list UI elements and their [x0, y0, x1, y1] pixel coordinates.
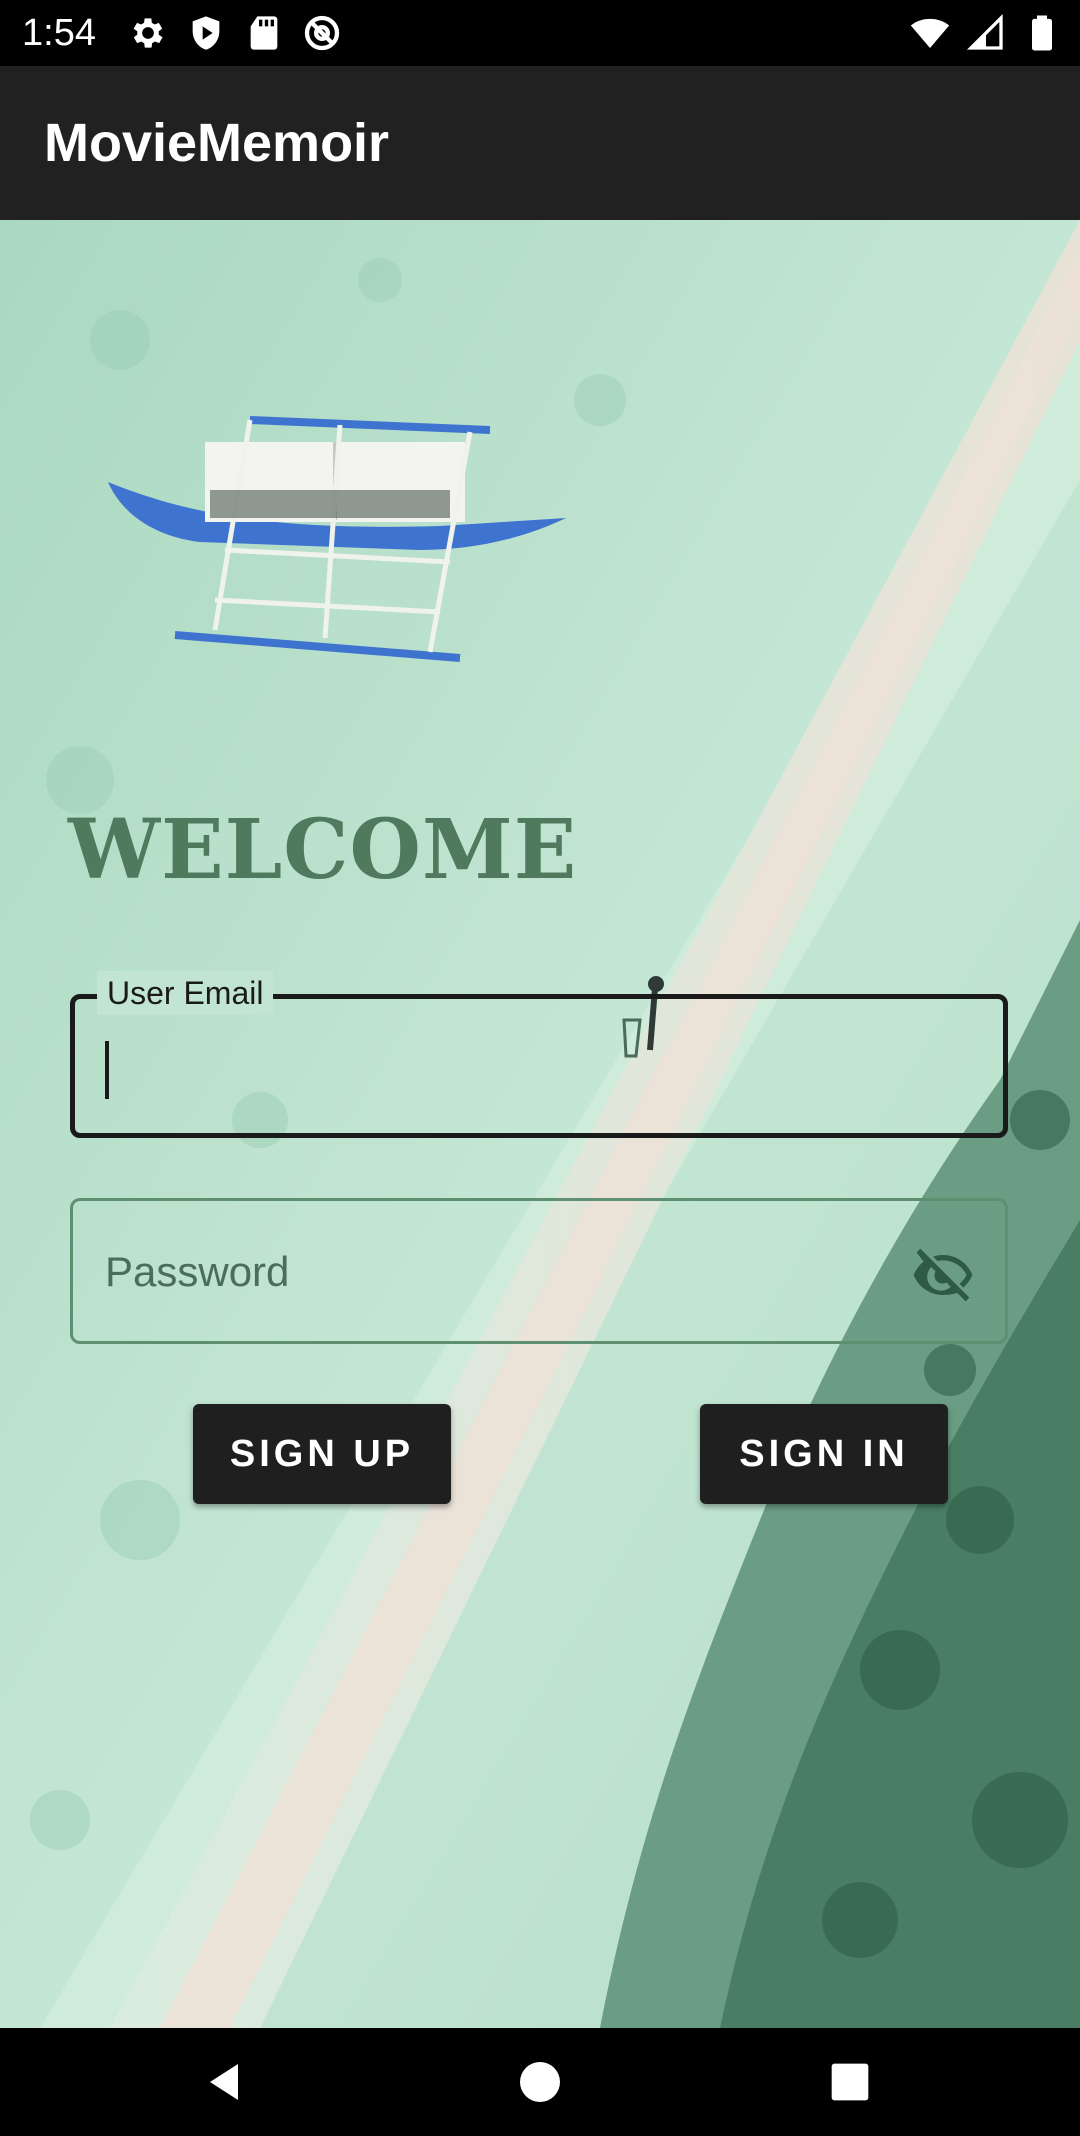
password-placeholder: Password	[105, 1248, 290, 1295]
login-screen: 1:54 MovieMemoir WELCOME User Email Pass…	[0, 0, 1080, 2136]
sd-card-icon	[250, 16, 278, 50]
shield-icon	[192, 16, 220, 50]
status-bar: 1:54	[0, 0, 1080, 66]
eye-off-icon[interactable]	[911, 1243, 975, 1307]
home-icon[interactable]	[516, 2058, 564, 2106]
at-sign-icon	[304, 15, 340, 51]
app-bar: MovieMemoir	[0, 66, 1080, 220]
battery-icon	[1032, 15, 1052, 51]
sign-in-button[interactable]: SIGN IN	[700, 1404, 948, 1504]
login-content: WELCOME User Email Password SIGN UP SIGN…	[0, 220, 1080, 2028]
app-title: MovieMemoir	[44, 113, 390, 173]
recents-icon[interactable]	[828, 2060, 872, 2104]
back-icon[interactable]	[200, 2058, 248, 2106]
email-field[interactable]: User Email	[70, 971, 1008, 1138]
notification-icons	[128, 12, 342, 54]
signal-icon	[966, 13, 1003, 50]
email-field-label: User Email	[97, 971, 274, 1015]
text-cursor	[105, 1041, 109, 1099]
navigation-bar	[0, 2028, 1080, 2136]
welcome-heading: WELCOME	[68, 802, 578, 898]
wifi-icon	[910, 18, 950, 48]
password-field[interactable]: Password	[70, 1198, 1008, 1344]
status-time: 1:54	[22, 12, 96, 54]
sign-up-button[interactable]: SIGN UP	[193, 1404, 451, 1504]
gear-icon	[133, 18, 163, 48]
system-icons	[910, 12, 1062, 54]
